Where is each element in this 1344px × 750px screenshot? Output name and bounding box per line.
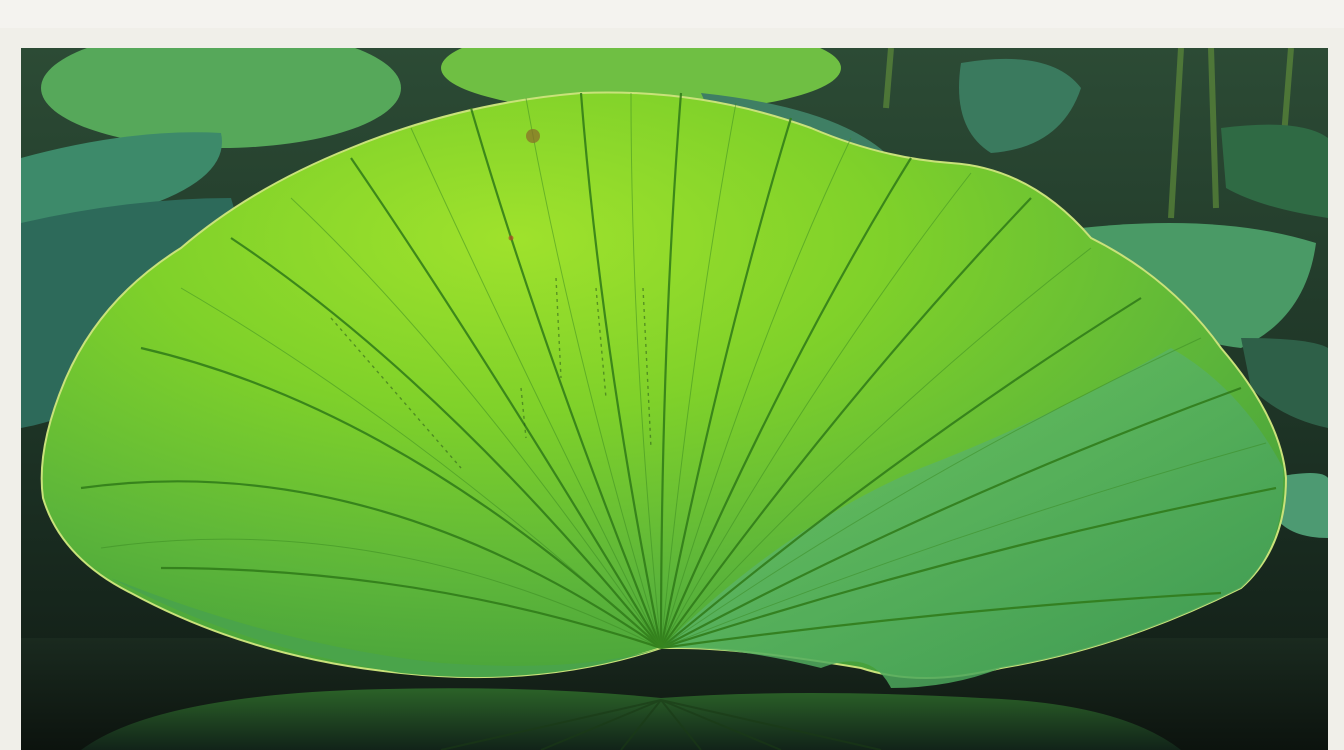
leaf-spot [526, 129, 540, 143]
leaf-spot [508, 235, 514, 241]
top-border-strip [0, 0, 1344, 29]
lotus-leaf-photo [21, 48, 1328, 750]
photo-artwork [21, 48, 1328, 750]
